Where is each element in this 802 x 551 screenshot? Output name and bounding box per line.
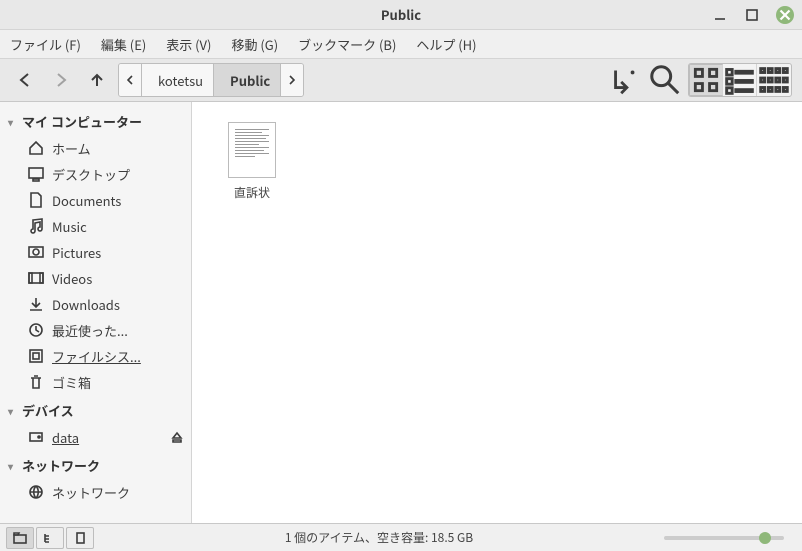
- section-devices[interactable]: ▾ デバイス: [0, 395, 191, 424]
- file-view[interactable]: 直訴状: [192, 102, 802, 523]
- minimize-button[interactable]: [712, 7, 728, 23]
- menubar: ファイル (F) 編集 (E) 表示 (V) 移動 (G) ブックマーク (B)…: [0, 30, 802, 58]
- sidebar-item-label: data: [52, 428, 79, 447]
- path-segment-label: kotetsu: [158, 71, 203, 90]
- sidebar-item-filesystem[interactable]: ファイルシス...: [0, 343, 191, 369]
- network-icon: [28, 484, 44, 500]
- sidebar: ▾ マイ コンピューター ホーム デスクトップ Documents Music P…: [0, 102, 192, 523]
- menu-view[interactable]: 表示 (V): [164, 33, 213, 56]
- toggle-location-button[interactable]: [608, 63, 642, 97]
- sidebar-item-label: Music: [52, 217, 87, 236]
- music-icon: [28, 218, 44, 234]
- window-title: Public: [381, 5, 421, 24]
- close-button[interactable]: [776, 6, 794, 24]
- sidebar-item-label: ホーム: [52, 139, 91, 158]
- back-button[interactable]: [10, 64, 40, 96]
- sidebar-item-label: Videos: [52, 269, 92, 288]
- sidebar-item-recent[interactable]: 最近使った...: [0, 317, 191, 343]
- document-icon: [28, 192, 44, 208]
- home-icon: [28, 140, 44, 156]
- caret-down-icon: ▾: [8, 458, 18, 473]
- section-title: ネットワーク: [22, 456, 100, 475]
- list-view-button[interactable]: [723, 64, 757, 96]
- zoom-slider[interactable]: [664, 536, 784, 540]
- desktop-icon: [28, 166, 44, 182]
- status-text: 1 個のアイテム、空き容量: 18.5 GB: [98, 529, 660, 546]
- statusbar: 1 個のアイテム、空き容量: 18.5 GB: [0, 523, 802, 551]
- compact-view-button[interactable]: [757, 64, 791, 96]
- caret-down-icon: ▾: [8, 403, 18, 418]
- menu-file[interactable]: ファイル (F): [8, 33, 83, 56]
- sidebar-item-trash[interactable]: ゴミ箱: [0, 369, 191, 395]
- search-button[interactable]: [648, 63, 682, 97]
- show-tree-button[interactable]: [36, 527, 64, 549]
- pictures-icon: [28, 244, 44, 260]
- file-item[interactable]: 直訴状: [212, 122, 292, 201]
- sidebar-item-music[interactable]: Music: [0, 213, 191, 239]
- menu-edit[interactable]: 編集 (E): [99, 33, 148, 56]
- recent-icon: [28, 322, 44, 338]
- menu-help[interactable]: ヘルプ (H): [414, 33, 478, 56]
- sidebar-item-downloads[interactable]: Downloads: [0, 291, 191, 317]
- view-mode-group: [688, 63, 792, 97]
- sidebar-item-label: Documents: [52, 191, 121, 210]
- section-my-computer[interactable]: ▾ マイ コンピューター: [0, 106, 191, 135]
- titlebar: Public: [0, 0, 802, 30]
- sidebar-item-label: ファイルシス...: [52, 347, 141, 366]
- sidebar-item-label: Downloads: [52, 295, 120, 314]
- path-prev-button[interactable]: [119, 64, 142, 96]
- toolbar: kotetsu Public: [0, 58, 802, 102]
- videos-icon: [28, 270, 44, 286]
- path-next-button[interactable]: [281, 64, 303, 96]
- section-title: デバイス: [22, 401, 74, 420]
- hide-sidebar-button[interactable]: [66, 527, 94, 549]
- file-name: 直訴状: [234, 184, 270, 201]
- pathbar: kotetsu Public: [118, 63, 304, 97]
- sidebar-item-home[interactable]: ホーム: [0, 135, 191, 161]
- section-title: マイ コンピューター: [22, 112, 142, 131]
- drive-icon: [28, 429, 44, 445]
- sidebar-item-label: 最近使った...: [52, 321, 128, 340]
- sidebar-item-label: Pictures: [52, 243, 101, 262]
- sidebar-item-label: ネットワーク: [52, 483, 130, 502]
- section-network[interactable]: ▾ ネットワーク: [0, 450, 191, 479]
- menu-bookmarks[interactable]: ブックマーク (B): [296, 33, 398, 56]
- caret-down-icon: ▾: [8, 114, 18, 129]
- sidebar-item-network[interactable]: ネットワーク: [0, 479, 191, 505]
- sidebar-mode-group: [6, 527, 94, 549]
- sidebar-item-pictures[interactable]: Pictures: [0, 239, 191, 265]
- trash-icon: [28, 374, 44, 390]
- icon-view-button[interactable]: [689, 64, 723, 96]
- sidebar-item-label: ゴミ箱: [52, 373, 91, 392]
- path-segment-label: Public: [230, 71, 270, 90]
- content-area: ▾ マイ コンピューター ホーム デスクトップ Documents Music P…: [0, 102, 802, 523]
- forward-button[interactable]: [46, 64, 76, 96]
- sidebar-item-desktop[interactable]: デスクトップ: [0, 161, 191, 187]
- path-segment-home[interactable]: kotetsu: [142, 64, 214, 96]
- sidebar-item-documents[interactable]: Documents: [0, 187, 191, 213]
- sidebar-item-label: デスクトップ: [52, 165, 130, 184]
- path-segment-public[interactable]: Public: [214, 64, 281, 96]
- sidebar-item-videos[interactable]: Videos: [0, 265, 191, 291]
- zoom-thumb[interactable]: [759, 532, 771, 544]
- maximize-button[interactable]: [744, 7, 760, 23]
- filesystem-icon: [28, 348, 44, 364]
- window-controls: [712, 6, 794, 24]
- show-places-button[interactable]: [6, 527, 34, 549]
- up-button[interactable]: [82, 64, 112, 96]
- text-file-icon: [228, 122, 276, 178]
- menu-go[interactable]: 移動 (G): [229, 33, 280, 56]
- downloads-icon: [28, 296, 44, 312]
- eject-icon[interactable]: [171, 428, 183, 447]
- sidebar-item-data[interactable]: data: [0, 424, 191, 450]
